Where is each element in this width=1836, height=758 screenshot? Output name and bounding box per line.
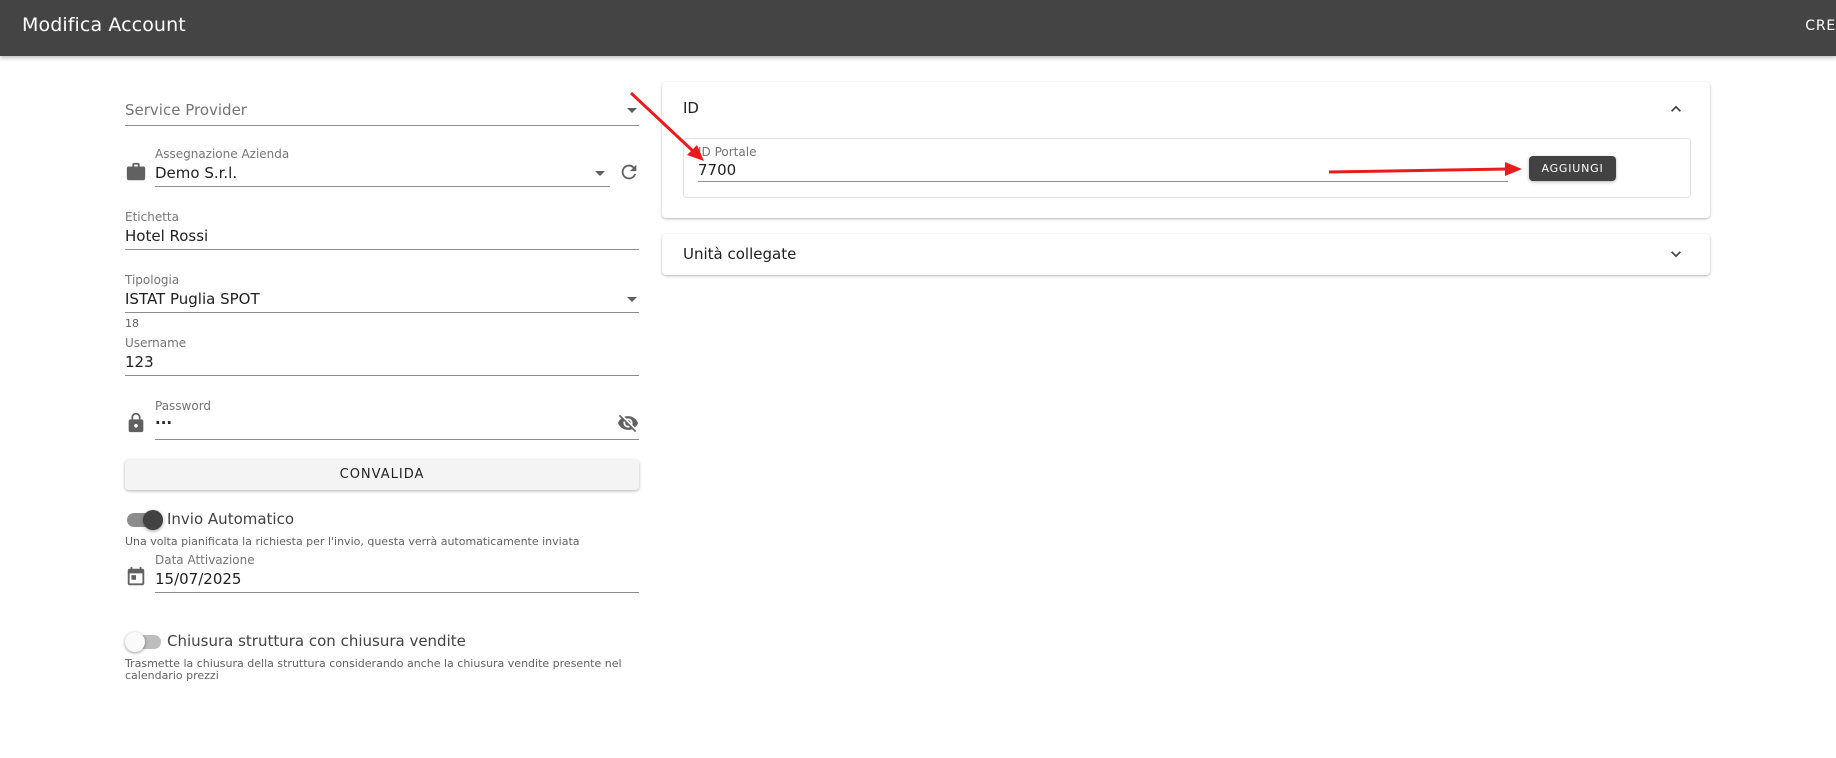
annotation-arrow-to-aggiungi (1328, 162, 1522, 176)
annotation-arrows (629, 91, 1522, 176)
annotation-arrow-to-id-portale (629, 91, 704, 161)
